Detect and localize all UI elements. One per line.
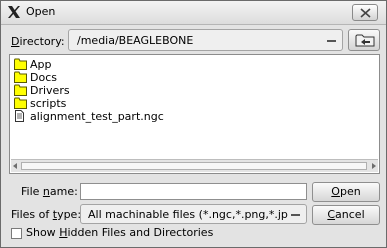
file-list[interactable]: App Docs Drivers scripts alignment_test_… xyxy=(9,54,380,174)
cancel-button[interactable]: Cancel xyxy=(312,205,380,225)
x-logo-icon xyxy=(7,5,21,19)
file-name-label: File name: xyxy=(21,185,78,198)
list-item-label: Docs xyxy=(30,71,57,84)
show-hidden-checkbox[interactable] xyxy=(11,228,22,239)
directory-label: Directory: xyxy=(11,35,65,48)
title-bar[interactable]: Open xyxy=(1,1,386,25)
list-item-label: scripts xyxy=(30,97,67,110)
scroll-left-icon[interactable] xyxy=(13,163,17,169)
list-item-label: App xyxy=(30,58,52,71)
window-title: Open xyxy=(26,5,56,18)
directory-value: /media/BEAGLEBONE xyxy=(77,34,194,47)
close-icon xyxy=(360,8,371,18)
list-item-label: alignment_test_part.ngc xyxy=(30,110,164,123)
folder-up-icon xyxy=(355,34,375,47)
file-type-label: Files of type: xyxy=(11,208,82,221)
directory-combobox[interactable]: /media/BEAGLEBONE xyxy=(68,29,343,51)
parent-directory-button[interactable] xyxy=(348,29,380,51)
open-button[interactable]: Open xyxy=(312,182,380,202)
horizontal-scrollbar[interactable] xyxy=(11,159,378,172)
list-item-label: Drivers xyxy=(30,84,70,97)
close-button[interactable] xyxy=(352,4,378,21)
dropdown-arrow-icon xyxy=(291,214,300,216)
scroll-right-icon[interactable] xyxy=(372,163,376,169)
dropdown-arrow-icon xyxy=(327,40,336,42)
show-hidden-label[interactable]: Show Hidden Files and Directories xyxy=(26,226,213,240)
file-type-combobox[interactable]: All machinable files (*.ngc,*.png,*.jpg,… xyxy=(80,204,307,224)
file-icon xyxy=(14,110,25,125)
open-dialog-window: Open Directory: /media/BEAGLEBONE App Do… xyxy=(0,0,387,248)
file-type-value: All machinable files (*.ngc,*.png,*.jpg,… xyxy=(88,208,288,221)
file-name-input[interactable] xyxy=(80,183,307,200)
scrollbar-thumb[interactable] xyxy=(21,162,367,170)
